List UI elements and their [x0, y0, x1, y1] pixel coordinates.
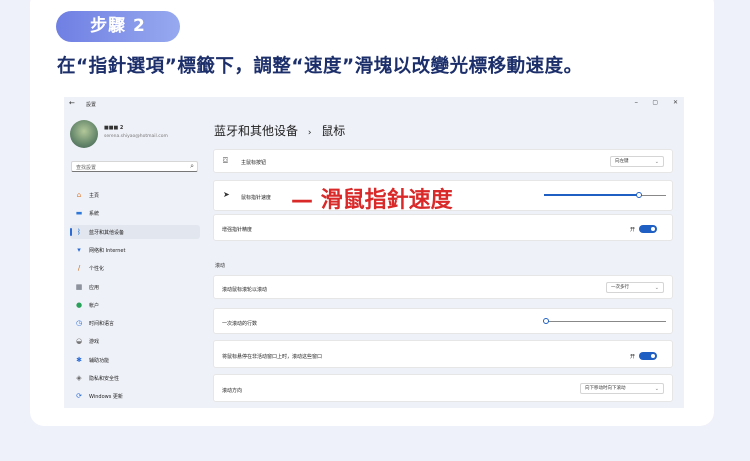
- scroll-direction-row: 滚动方向 向下移动时向下滚动 ⌄: [213, 374, 673, 402]
- sidebar-item[interactable]: ⟳ Windows 更新: [70, 389, 200, 403]
- accessibility-icon: ✱: [76, 355, 82, 364]
- pointer-speed-slider[interactable]: [544, 192, 666, 198]
- sidebar-item-label: 游戏: [89, 339, 100, 346]
- inactive-scroll-toggle[interactable]: [639, 352, 657, 360]
- sidebar-item-label: 隐私和安全性: [89, 376, 120, 382]
- slider-fill: [544, 194, 640, 196]
- primary-button-row: ⌼ 主鼠标按钮 向左键 ⌄: [213, 149, 673, 173]
- chevron-down-icon: ⌄: [654, 285, 659, 291]
- scroll-direction-value: 向下移动时向下滚动: [585, 386, 626, 391]
- window-title: 設置: [86, 102, 97, 108]
- pointer-icon: ➤: [223, 190, 230, 199]
- breadcrumb-separator-icon: ›: [307, 128, 312, 138]
- scroll-mode-label: 滚动鼠标滚轮以滚动: [222, 287, 268, 293]
- brush-icon: /: [77, 264, 81, 273]
- sidebar-item[interactable]: ◷ 时间和语言: [70, 316, 200, 330]
- update-icon: ⟳: [76, 392, 82, 401]
- sidebar-item[interactable]: ▦ 应用: [70, 280, 200, 294]
- lines-label: 一次滚动的行数: [222, 321, 258, 327]
- sidebar-item-label: 蓝牙和其他设备: [89, 229, 125, 236]
- sidebar-item-label: 网络和 Internet: [89, 247, 126, 254]
- sidebar-item-label: 时间和语言: [89, 321, 115, 328]
- sidebar-item[interactable]: ● 帐户: [70, 298, 200, 312]
- slider-track: [544, 321, 666, 322]
- breadcrumb: 蓝牙和其他设备 › 鼠标: [214, 122, 345, 139]
- gamepad-icon: ◒: [75, 337, 83, 346]
- precision-state: 开: [629, 227, 635, 233]
- section-heading-scroll: 滚动: [215, 263, 226, 269]
- bluetooth-icon: ᛒ: [76, 227, 82, 236]
- search-icon: ⌕: [190, 162, 194, 170]
- precision-row: 增强指针精度 开: [213, 214, 673, 241]
- primary-button-dropdown[interactable]: 向左键 ⌄: [610, 156, 664, 167]
- maximize-button[interactable]: ▢: [652, 99, 658, 106]
- chevron-down-icon: ⌄: [654, 159, 659, 165]
- scroll-direction-label: 滚动方向: [222, 388, 243, 394]
- home-icon: ⌂: [76, 191, 82, 199]
- sidebar-item-label: 应用: [89, 284, 100, 291]
- inactive-scroll-label: 将鼠标悬停在非活动窗口上时，滚动这些窗口: [222, 354, 323, 360]
- sidebar-item[interactable]: ▾ 网络和 Internet: [70, 243, 200, 257]
- user-name: ■■■ 2: [104, 125, 124, 131]
- mouse-icon: ⌼: [223, 156, 228, 165]
- title-bar: ← 設置 – ▢ ✕: [64, 97, 684, 111]
- sidebar-item-label: 帐户: [89, 302, 100, 309]
- user-profile[interactable]: ■■■ 2 serena.shiyao@hotmail.com: [70, 120, 200, 150]
- sidebar-item[interactable]: ✱ 辅助功能: [70, 353, 200, 367]
- sidebar-item-label: 系統: [89, 211, 100, 218]
- primary-button-label: 主鼠标按钮: [241, 160, 267, 166]
- precision-label: 增强指针精度: [222, 227, 253, 233]
- user-email: serena.shiyao@hotmail.com: [104, 134, 168, 139]
- pointer-speed-label: 鼠标指针速度: [241, 195, 272, 201]
- chevron-down-icon: ⌄: [654, 386, 659, 392]
- inactive-scroll-state: 开: [629, 354, 635, 360]
- slider-thumb[interactable]: [543, 318, 550, 324]
- scroll-direction-dropdown[interactable]: 向下移动时向下滚动 ⌄: [580, 383, 664, 394]
- inactive-scroll-row: 将鼠标悬停在非活动窗口上时，滚动这些窗口 开: [213, 340, 673, 368]
- sidebar-item-label: Windows 更新: [89, 394, 123, 401]
- toggle-knob: [651, 227, 655, 231]
- sidebar-item[interactable]: ◈ 隐私和安全性: [70, 371, 200, 385]
- close-button[interactable]: ✕: [673, 99, 678, 106]
- scroll-mode-value: 一次多行: [611, 285, 629, 290]
- sidebar-item[interactable]: ᛒ 蓝牙和其他设备: [70, 224, 200, 239]
- account-icon: ●: [75, 300, 83, 309]
- settings-window: ← 設置 – ▢ ✕ ■■■ 2 serena.shiyao@hotmail.c…: [64, 97, 684, 408]
- wifi-icon: ▾: [77, 245, 81, 254]
- sidebar-item-label: 个性化: [89, 266, 105, 273]
- step-badge: 步驟 2: [56, 11, 180, 42]
- sidebar-item-label: 主頁: [89, 193, 100, 199]
- back-arrow-icon[interactable]: ←: [69, 99, 75, 107]
- scroll-mode-dropdown[interactable]: 一次多行 ⌄: [606, 282, 664, 293]
- system-icon: ▬: [75, 209, 83, 218]
- pointer-speed-annotation: — 滑鼠指針速度: [291, 188, 453, 213]
- avatar: [70, 120, 98, 148]
- sidebar-item[interactable]: ⌂ 主頁: [70, 188, 200, 202]
- selection-indicator: [70, 227, 72, 236]
- precision-toggle[interactable]: [639, 225, 657, 233]
- breadcrumb-parent[interactable]: 蓝牙和其他设备: [214, 124, 298, 138]
- instruction-text: 在“指針選項”標籤下，調整“速度”滑塊以改變光標移動速度。: [57, 56, 583, 77]
- clock-icon: ◷: [75, 319, 83, 328]
- lines-slider[interactable]: [543, 318, 666, 324]
- search-placeholder: 查找設置: [76, 165, 97, 171]
- search-input[interactable]: 查找設置 ⌕: [71, 161, 198, 172]
- apps-icon: ▦: [75, 282, 83, 291]
- sidebar-item[interactable]: / 个性化: [70, 261, 200, 275]
- scroll-mode-row: 滚动鼠标滚轮以滚动 一次多行 ⌄: [213, 275, 673, 299]
- page-title: 鼠标: [321, 124, 346, 138]
- toggle-knob: [651, 354, 655, 358]
- sidebar-item[interactable]: ◒ 游戏: [70, 334, 200, 348]
- minimize-button[interactable]: –: [635, 98, 639, 106]
- sidebar-item-label: 辅助功能: [89, 357, 110, 364]
- sidebar-item[interactable]: ▬ 系統: [70, 206, 200, 220]
- shield-icon: ◈: [76, 374, 82, 382]
- primary-button-value: 向左键: [615, 159, 629, 164]
- slider-thumb[interactable]: [636, 192, 643, 198]
- lines-row: 一次滚动的行数: [213, 308, 673, 334]
